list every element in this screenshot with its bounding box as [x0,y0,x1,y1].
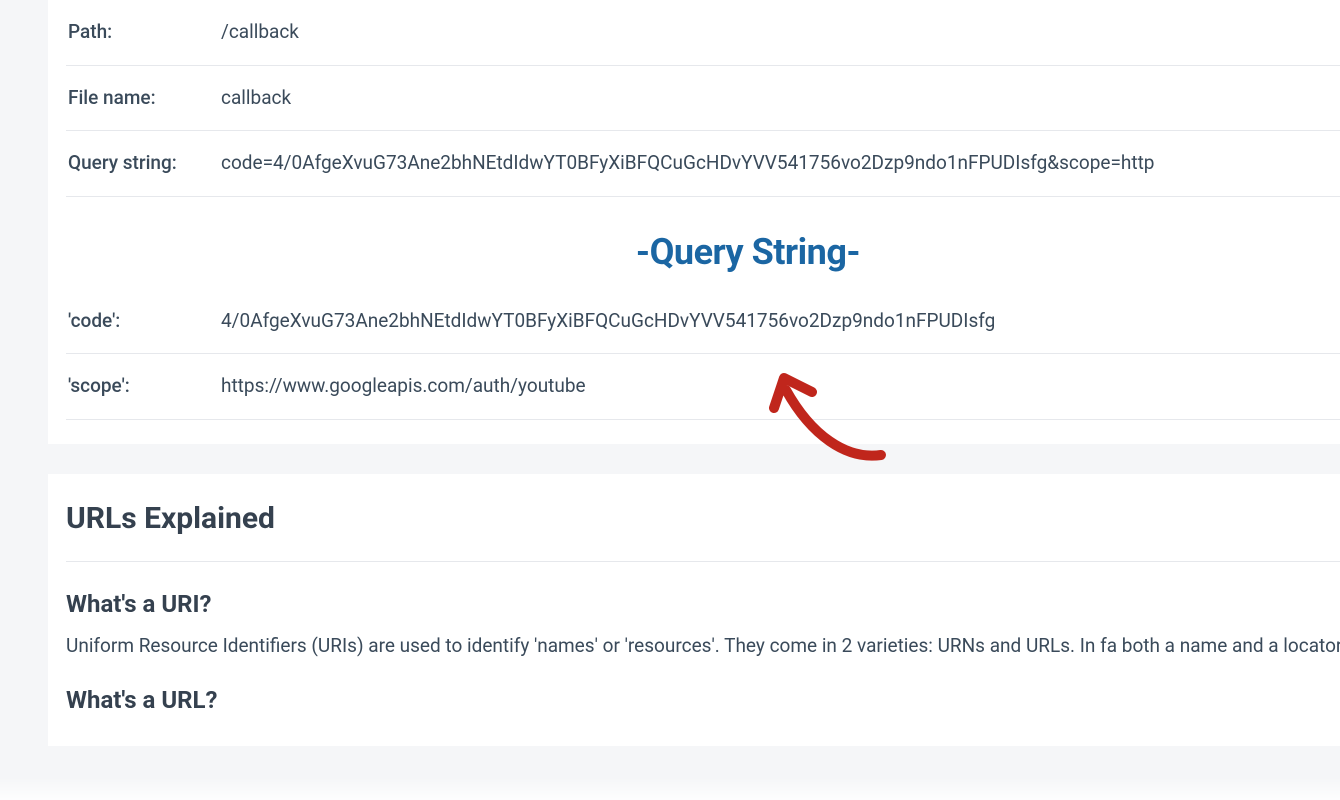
whats-a-uri-heading: What's a URI? [66,586,1340,622]
label-filename: File name: [66,84,221,113]
value-path: /callback [221,18,1340,47]
row-code: 'code': 4/0AfgeXvuG73Ane2bhNEtdIdwYT0BFy… [66,289,1340,355]
row-querystring: Query string: code=4/0AfgeXvuG73Ane2bhNE… [66,131,1340,197]
value-code: 4/0AfgeXvuG73Ane2bhNEtdIdwYT0BFyXiBFQCuG… [221,307,1340,336]
value-querystring: code=4/0AfgeXvuG73Ane2bhNEtdIdwYT0BFyXiB… [221,149,1340,178]
label-path: Path: [66,18,221,47]
url-parts-card: Path: /callback File name: callback Quer… [48,0,1340,444]
divider [66,561,1340,562]
query-string-section-title: -Query String- [66,197,1340,289]
label-scope: 'scope': [66,372,221,401]
label-querystring: Query string: [66,149,221,178]
label-code: 'code': [66,307,221,336]
row-path: Path: /callback [66,0,1340,66]
uri-paragraph: Uniform Resource Identifiers (URIs) are … [66,632,1340,661]
row-filename: File name: callback [66,66,1340,132]
value-scope: https://www.googleapis.com/auth/youtube [221,372,1340,401]
urls-explained-heading: URLs Explained [66,496,1340,541]
row-scope: 'scope': https://www.googleapis.com/auth… [66,354,1340,420]
value-filename: callback [221,84,1340,113]
urls-explained-card: URLs Explained What's a URI? Uniform Res… [48,474,1340,747]
bottom-fade [0,776,1340,800]
whats-a-url-heading: What's a URL? [66,682,1340,718]
